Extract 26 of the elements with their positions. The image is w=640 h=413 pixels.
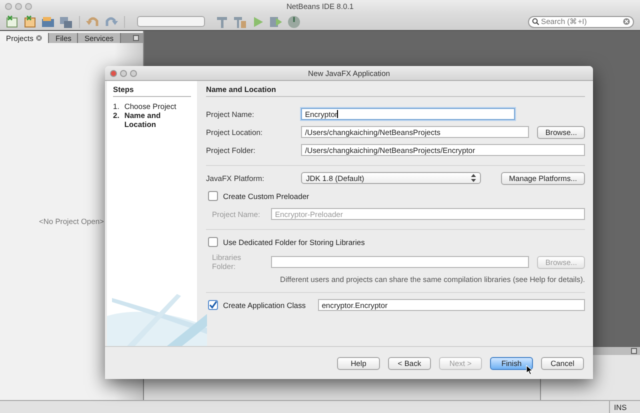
cursor-icon bbox=[526, 365, 533, 375]
zoom-icon[interactable] bbox=[130, 70, 137, 76]
new-file-icon[interactable] bbox=[23, 14, 37, 28]
windows-icon[interactable] bbox=[59, 14, 73, 28]
undo-icon[interactable] bbox=[86, 14, 100, 28]
search-icon bbox=[532, 18, 539, 25]
hammer-icon[interactable] bbox=[215, 14, 229, 28]
minimize-icon[interactable] bbox=[120, 70, 127, 76]
close-icon[interactable] bbox=[110, 70, 117, 76]
minimize-icon[interactable] bbox=[15, 3, 22, 10]
updown-icon bbox=[471, 174, 476, 182]
checkbox[interactable] bbox=[208, 300, 218, 310]
configuration-dropdown[interactable] bbox=[137, 16, 205, 27]
close-icon[interactable] bbox=[5, 3, 12, 10]
debug-icon[interactable] bbox=[269, 14, 283, 28]
zoom-icon[interactable] bbox=[25, 3, 32, 10]
folder-icon[interactable] bbox=[41, 14, 55, 28]
close-icon bbox=[36, 35, 42, 41]
new-project-icon[interactable] bbox=[5, 14, 19, 28]
profile-icon[interactable] bbox=[287, 14, 301, 28]
checkbox[interactable] bbox=[208, 191, 218, 201]
clear-icon bbox=[623, 18, 630, 25]
checkbox[interactable] bbox=[208, 237, 218, 247]
clean-build-icon[interactable] bbox=[233, 14, 247, 28]
redo-icon[interactable] bbox=[104, 14, 118, 28]
minimize-icon bbox=[133, 35, 139, 41]
